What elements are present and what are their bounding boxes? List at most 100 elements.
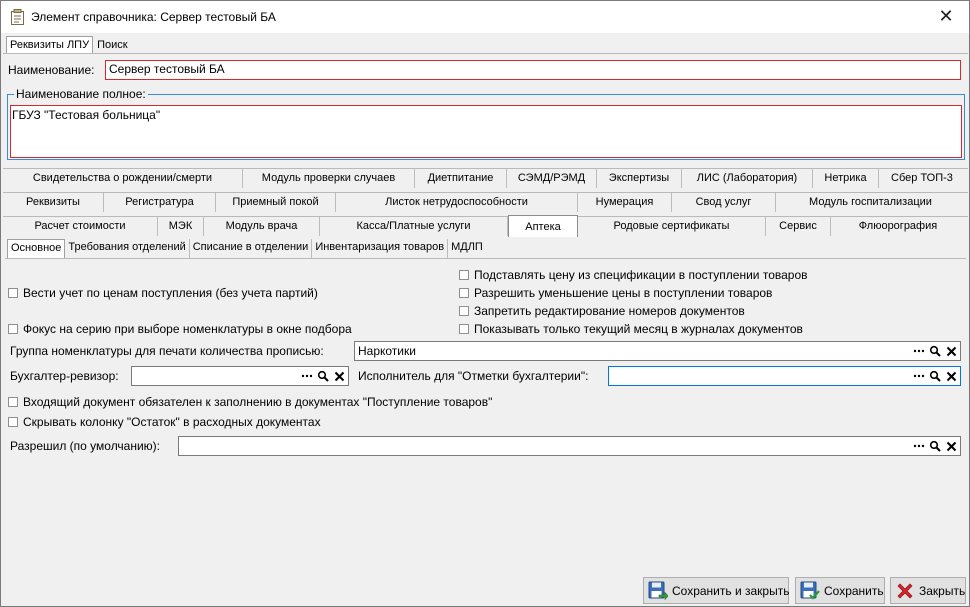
tab-page-lpu-details: Наименование: Сервер тестовый БА Наимено… <box>3 53 968 606</box>
executor-label: Исполнитель для "Отметки бухгалтерии": <box>358 369 589 383</box>
approved-by-lookup[interactable] <box>178 436 961 456</box>
tab-row-3: Расчет стоимости МЭК Модуль врача Касса/… <box>3 215 968 237</box>
tab-case-check-module[interactable]: Модуль проверки случаев <box>243 169 415 188</box>
checkbox-hide-balance-column[interactable]: Скрывать колонку "Остаток" в расходных д… <box>8 415 321 429</box>
auditor-label: Бухгалтер-ревизор: <box>10 369 119 383</box>
checkbox-focus-series[interactable]: Фокус на серию при выборе номенклатуры в… <box>8 322 352 336</box>
tab-birth-certificates[interactable]: Родовые сертификаты <box>578 217 766 236</box>
subtab-main[interactable]: Основное <box>7 239 66 259</box>
save-and-close-label: Сохранить и закрыть <box>672 583 790 598</box>
subtab-department-requests[interactable]: Требования отделений <box>65 239 190 258</box>
window-title: Элемент справочника: Сервер тестовый БА <box>31 10 276 24</box>
full-name-textarea[interactable]: ГБУЗ "Тестовая больница" <box>10 105 962 158</box>
full-name-label: Наименование полное: <box>14 87 148 101</box>
executor-lookup[interactable] <box>608 366 961 386</box>
tab-cashbox[interactable]: Касса/Платные услуги <box>320 217 508 236</box>
tab-search[interactable]: Поиск <box>93 36 131 53</box>
nomenclature-group-lookup[interactable]: Наркотики <box>354 341 961 361</box>
checkbox-box[interactable] <box>8 417 18 427</box>
tab-requisites[interactable]: Реквизиты <box>3 193 104 212</box>
tab-expertise[interactable]: Экспертизы <box>597 169 682 188</box>
name-input[interactable]: Сервер тестовый БА <box>105 60 961 80</box>
checkbox-box[interactable] <box>8 397 18 407</box>
tab-services-summary[interactable]: Свод услуг <box>672 193 776 212</box>
document-icon <box>11 9 24 25</box>
checkbox-label: Входящий документ обязателен к заполнени… <box>23 395 493 409</box>
nomenclature-group-label: Группа номенклатуры для печати количеств… <box>10 344 324 358</box>
close-button[interactable]: Закрыть <box>890 577 966 604</box>
checkbox-label: Вести учет по ценам поступления (без уче… <box>23 286 318 300</box>
close-label: Закрыть <box>919 583 966 598</box>
tab-cost-calc[interactable]: Расчет стоимости <box>3 217 158 236</box>
tab-netrika[interactable]: Нетрика <box>813 169 879 188</box>
top-tab-strip: Реквизиты ЛПУ Поиск <box>6 36 132 54</box>
checkbox-box[interactable] <box>459 306 469 316</box>
checkbox-allow-price-decrease[interactable]: Разрешить уменьшение цены в поступлении … <box>459 286 772 300</box>
tab-mek[interactable]: МЭК <box>158 217 204 236</box>
pharmacy-sub-tabs: Основное Требования отделений Списание в… <box>7 239 486 259</box>
tab-doctor-module[interactable]: Модуль врача <box>204 217 320 236</box>
tab-diet[interactable]: Диетпитание <box>415 169 507 188</box>
tab-registry[interactable]: Регистратура <box>104 193 216 212</box>
checkbox-label: Скрывать колонку "Остаток" в расходных д… <box>23 415 321 429</box>
tab-sick-leave[interactable]: Листок нетрудоспособности <box>336 193 578 212</box>
clear-icon[interactable] <box>943 368 959 384</box>
tab-service[interactable]: Сервис <box>766 217 831 236</box>
checkbox-substitute-price[interactable]: Подставлять цену из спецификации в посту… <box>459 268 808 282</box>
checkbox-box[interactable] <box>8 288 18 298</box>
tab-sber-top3[interactable]: Сбер ТОП-3 <box>879 169 965 188</box>
subtab-divider <box>5 258 966 259</box>
tab-fluorography[interactable]: Флюорография <box>831 217 965 236</box>
ellipsis-icon[interactable] <box>911 368 927 384</box>
tab-semd[interactable]: СЭМД/РЭМД <box>507 169 597 188</box>
ellipsis-icon[interactable] <box>911 438 927 454</box>
title-bar: Элемент справочника: Сервер тестовый БА … <box>1 1 969 33</box>
magnifier-icon[interactable] <box>927 343 943 359</box>
checkbox-label: Разрешить уменьшение цены в поступлении … <box>474 286 773 300</box>
ellipsis-icon[interactable] <box>299 368 315 384</box>
tab-birth-death-certificates[interactable]: Свидетельства о рождении/смерти <box>3 169 243 188</box>
tab-row-1: Свидетельства о рождении/смерти Модуль п… <box>3 168 968 188</box>
full-name-group: Наименование полное: ГБУЗ "Тестовая боль… <box>7 87 965 160</box>
tab-hospitalization[interactable]: Модуль госпитализации <box>776 193 965 212</box>
subtab-inventory[interactable]: Инвентаризация товаров <box>312 239 449 258</box>
dialog-window: Элемент справочника: Сервер тестовый БА … <box>0 0 970 607</box>
tab-pharmacy[interactable]: Аптека <box>508 215 578 237</box>
save-and-close-button[interactable]: Сохранить и закрыть <box>643 577 789 604</box>
checkbox-box[interactable] <box>459 324 469 334</box>
tab-reception[interactable]: Приемный покой <box>216 193 336 212</box>
nomenclature-group-value: Наркотики <box>358 344 416 358</box>
name-label: Наименование: <box>8 63 95 77</box>
checkbox-purchase-prices[interactable]: Вести учет по ценам поступления (без уче… <box>8 286 318 300</box>
checkbox-box[interactable] <box>459 270 469 280</box>
checkbox-label: Фокус на серию при выборе номенклатуры в… <box>23 322 352 336</box>
red-x-icon <box>897 583 913 598</box>
checkbox-label: Показывать только текущий месяц в журнал… <box>474 322 803 336</box>
auditor-lookup[interactable] <box>131 366 349 386</box>
checkbox-forbid-edit-numbers[interactable]: Запретить редактирование номеров докумен… <box>459 304 745 318</box>
checkbox-incoming-doc-required[interactable]: Входящий документ обязателен к заполнени… <box>8 395 492 409</box>
checkbox-show-current-month[interactable]: Показывать только текущий месяц в журнал… <box>459 322 803 336</box>
floppy-save-icon <box>800 581 820 600</box>
checkbox-box[interactable] <box>8 324 18 334</box>
checkbox-box[interactable] <box>459 288 469 298</box>
save-button[interactable]: Сохранить <box>795 577 885 604</box>
magnifier-icon[interactable] <box>315 368 331 384</box>
approved-by-label: Разрешил (по умолчанию): <box>10 439 161 453</box>
clear-icon[interactable] <box>943 438 959 454</box>
tab-lis[interactable]: ЛИС (Лаборатория) <box>682 169 813 188</box>
close-icon[interactable]: ✕ <box>923 1 969 33</box>
checkbox-label: Запретить редактирование номеров докумен… <box>474 304 745 318</box>
tab-row-2: Реквизиты Регистратура Приемный покой Ли… <box>3 192 968 212</box>
subtab-department-writeoff[interactable]: Списание в отделении <box>190 239 313 258</box>
ellipsis-icon[interactable] <box>911 343 927 359</box>
subtab-mdlp[interactable]: МДЛП <box>448 239 486 258</box>
tab-numbering[interactable]: Нумерация <box>578 193 672 212</box>
checkbox-label: Подставлять цену из спецификации в посту… <box>474 268 808 282</box>
clear-icon[interactable] <box>331 368 347 384</box>
floppy-save-close-icon <box>648 581 668 600</box>
magnifier-icon[interactable] <box>927 368 943 384</box>
tab-lpu-details[interactable]: Реквизиты ЛПУ <box>6 36 94 54</box>
magnifier-icon[interactable] <box>927 438 943 454</box>
clear-icon[interactable] <box>943 343 959 359</box>
